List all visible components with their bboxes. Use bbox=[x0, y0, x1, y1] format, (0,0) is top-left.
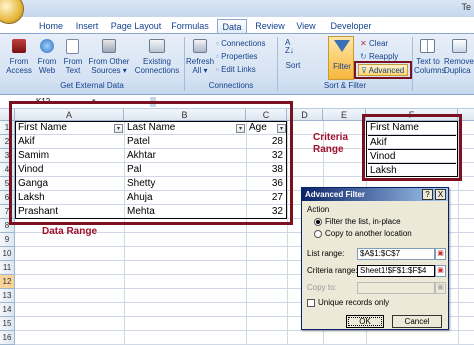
tab-insert[interactable]: Insert bbox=[71, 19, 103, 33]
from-access-button[interactable]: From Access bbox=[4, 37, 34, 79]
text-file-icon bbox=[66, 39, 79, 54]
radio-copy-to-location[interactable] bbox=[314, 230, 322, 238]
text-to-columns-icon bbox=[420, 39, 435, 53]
close-button[interactable]: X bbox=[435, 189, 446, 200]
radio-filter-in-place[interactable] bbox=[314, 218, 322, 226]
refresh-all-label: Refresh All ▾ bbox=[186, 57, 215, 75]
action-label: Action bbox=[307, 205, 330, 214]
ribbon-separator bbox=[412, 37, 413, 91]
radio-selected-dot bbox=[316, 220, 320, 224]
clear-item[interactable]: ✕ Clear bbox=[360, 38, 388, 49]
criteria-range-field-label: Criteria range: bbox=[307, 266, 358, 275]
collapse-dialog-icon[interactable]: ▣ bbox=[435, 248, 446, 260]
sort-button[interactable]: A Z↓ Sort bbox=[280, 37, 306, 79]
help-button[interactable]: ? bbox=[422, 189, 433, 200]
from-other-sources-button[interactable]: From Other Sources ▾ bbox=[86, 37, 132, 79]
tab-page-layout[interactable]: Page Layout bbox=[108, 19, 164, 33]
collapse-dialog-icon[interactable]: ▣ bbox=[435, 265, 446, 277]
option-copy-to-location-label[interactable]: Copy to another location bbox=[325, 229, 412, 239]
criteria-range-label: Criteria Range bbox=[313, 132, 349, 155]
existing-connections-label: Existing Connections bbox=[134, 57, 180, 75]
row-header[interactable]: 10 bbox=[0, 247, 15, 261]
funnel-icon bbox=[334, 40, 350, 52]
tab-developer[interactable]: Developer bbox=[326, 19, 376, 33]
title-bar: Te bbox=[0, 0, 474, 17]
ribbon-separator bbox=[277, 37, 278, 91]
office-button[interactable] bbox=[0, 0, 24, 24]
list-range-label: List range: bbox=[307, 249, 345, 258]
unique-records-label[interactable]: Unique records only bbox=[318, 298, 389, 308]
access-icon bbox=[12, 39, 26, 53]
refresh-icon bbox=[193, 39, 207, 53]
connections-icon bbox=[149, 39, 165, 53]
remove-duplicates-label: Remove Duplica bbox=[444, 57, 474, 75]
row-header[interactable]: 16 bbox=[0, 331, 15, 345]
from-access-label: From Access bbox=[6, 57, 32, 75]
collapse-dialog-icon[interactable]: ▣ bbox=[435, 282, 446, 294]
window-title: Te bbox=[461, 2, 471, 12]
text-to-columns-button[interactable]: Text to Columns bbox=[414, 37, 446, 79]
criteria-range-input[interactable]: Sheet1!$F$1:$F$4 bbox=[357, 265, 435, 277]
option-filter-in-place-label[interactable]: Filter the list, in-place bbox=[325, 217, 401, 227]
unique-records-checkbox[interactable] bbox=[307, 299, 315, 307]
copy-to-input[interactable] bbox=[357, 282, 435, 294]
ribbon: From Access From Web From Text From Other So… bbox=[0, 33, 474, 95]
group-label-sort-filter: Sort & Filter bbox=[323, 81, 367, 90]
existing-connections-button[interactable]: Existing Connections bbox=[133, 37, 181, 79]
sort-label: Sort bbox=[285, 61, 301, 70]
tab-formulas[interactable]: Formulas bbox=[168, 19, 212, 33]
from-other-sources-label: From Other Sources ▾ bbox=[88, 57, 130, 75]
column-header-e[interactable]: E bbox=[323, 109, 366, 121]
tab-review[interactable]: Review bbox=[252, 19, 288, 33]
data-range-label: Data Range bbox=[42, 226, 98, 237]
filter-button[interactable]: Filter bbox=[328, 36, 354, 80]
group-label-get-external-data: Get External Data bbox=[60, 81, 124, 90]
list-range-input[interactable]: $A$1:$C$7 bbox=[357, 248, 435, 260]
from-text-label: From Text bbox=[63, 57, 83, 75]
from-web-label: From Web bbox=[37, 57, 57, 75]
row-header[interactable]: 15 bbox=[0, 317, 15, 331]
remove-duplicates-button[interactable]: Remove Duplica bbox=[444, 37, 474, 79]
tab-data[interactable]: Data bbox=[217, 19, 247, 33]
copy-to-label: Copy to: bbox=[307, 283, 337, 292]
from-text-button[interactable]: From Text bbox=[60, 37, 86, 79]
properties-item[interactable]: ▫ Properties bbox=[216, 51, 258, 62]
row-header[interactable]: 13 bbox=[0, 289, 15, 303]
row-header[interactable]: 11 bbox=[0, 261, 15, 275]
refresh-all-button[interactable]: Refresh All ▾ bbox=[186, 37, 214, 79]
cancel-button[interactable]: Cancel bbox=[392, 315, 442, 328]
row-header[interactable]: 12 bbox=[0, 275, 15, 289]
sort-az-icon: A Z↓ bbox=[285, 38, 294, 55]
filter-label: Filter bbox=[333, 62, 351, 71]
ribbon-separator bbox=[184, 37, 185, 91]
row-header[interactable]: 9 bbox=[0, 233, 15, 247]
criteria-range-highlight bbox=[362, 114, 462, 181]
data-range-highlight bbox=[9, 101, 293, 225]
group-label-connections: Connections bbox=[208, 81, 254, 90]
advanced-filter-dialog: Advanced Filter ? X Action Filter the li… bbox=[301, 187, 449, 330]
ok-button[interactable]: OK bbox=[346, 315, 384, 328]
connections-item[interactable]: ▫ Connections bbox=[216, 38, 266, 49]
tab-home[interactable]: Home bbox=[36, 19, 66, 33]
edit-links-item[interactable]: ▫ Edit Links bbox=[216, 64, 256, 75]
gridline bbox=[15, 330, 474, 331]
globe-icon bbox=[40, 39, 54, 53]
database-icon bbox=[102, 39, 116, 53]
row-header[interactable]: 14 bbox=[0, 303, 15, 317]
from-web-button[interactable]: From Web bbox=[34, 37, 60, 79]
tab-view[interactable]: View bbox=[293, 19, 319, 33]
advanced-highlight-box bbox=[354, 61, 412, 79]
text-to-columns-label: Text to Columns bbox=[414, 57, 446, 75]
remove-duplicates-icon bbox=[452, 39, 467, 53]
